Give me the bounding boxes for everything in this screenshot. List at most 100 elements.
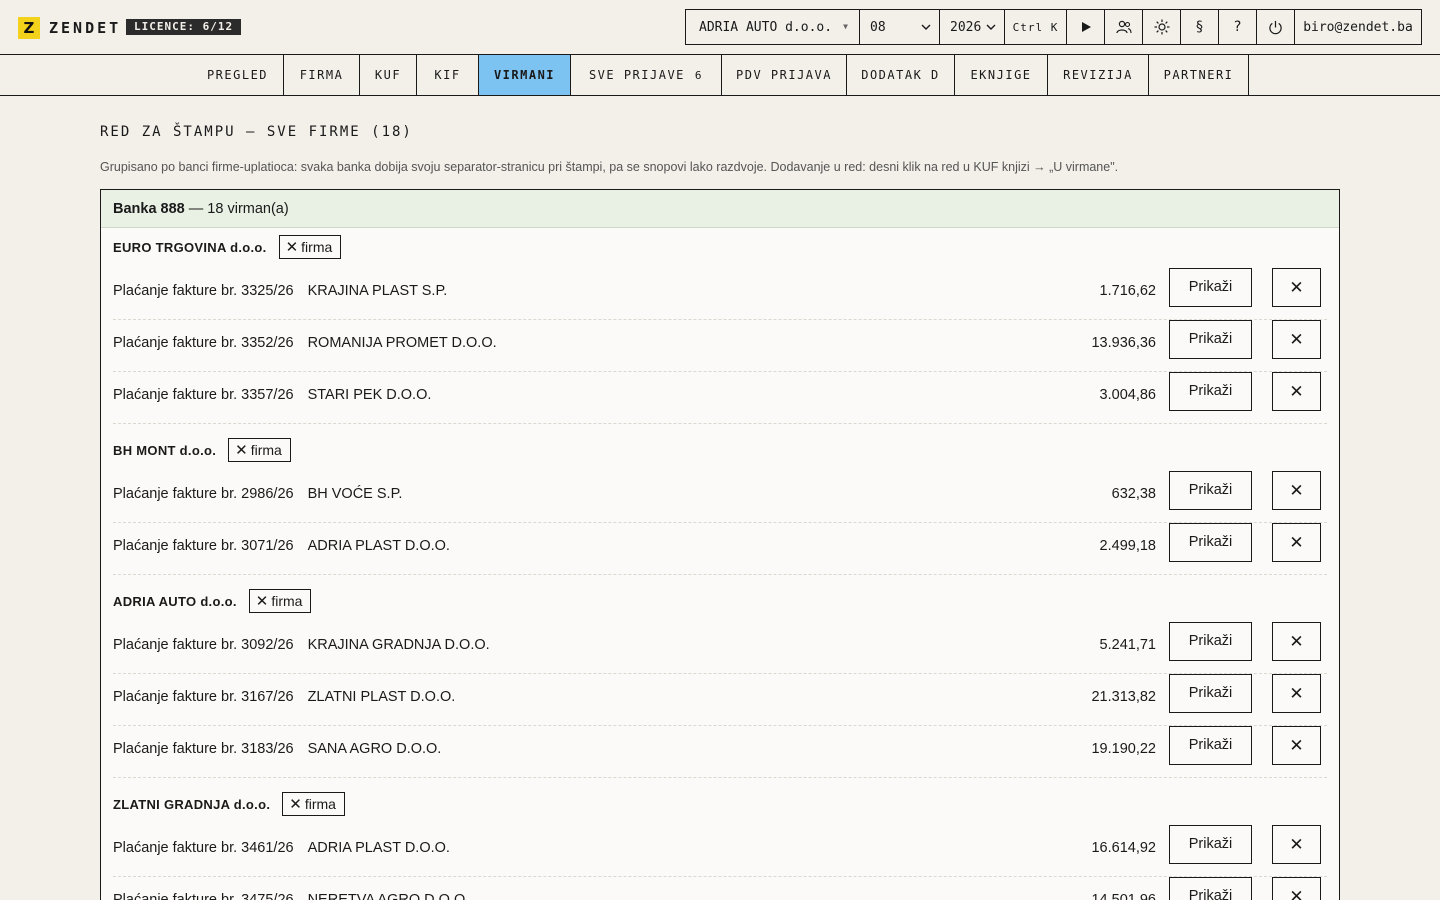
row-reference: Plaćanje fakture br. 3325/26 KRAJINA PLAS… (113, 283, 447, 299)
table-row: Plaćanje fakture br. 3071/26 ADRIA PLAST … (113, 523, 1327, 575)
main-nav: PREGLED FIRMA KUF KIF VIRMANI SVE PRIJAV… (0, 55, 1440, 96)
close-icon: ✕ (1289, 382, 1304, 401)
users-icon (1115, 20, 1132, 34)
run-button[interactable] (1067, 10, 1105, 44)
company-group-header: ZLATNI GRADNJA d.o.o. ✕ firma (113, 792, 345, 816)
month-select[interactable]: 08 (860, 10, 940, 44)
tab-virmani[interactable]: VIRMANI (478, 55, 571, 95)
show-button[interactable]: Prikaži (1169, 268, 1252, 307)
row-party: STARI PEK D.O.O. (307, 387, 432, 403)
show-button[interactable]: Prikaži (1169, 471, 1252, 510)
help-button[interactable]: ? (1219, 10, 1257, 44)
remove-row-button[interactable]: ✕ (1272, 825, 1321, 864)
row-ref-text: Plaćanje fakture br. 3325/26 (113, 283, 294, 299)
row-reference: Plaćanje fakture br. 3167/26 ZLATNI PLAST… (113, 689, 455, 705)
show-button[interactable]: Prikaži (1169, 726, 1252, 765)
remove-company-button[interactable]: ✕ firma (282, 792, 345, 816)
remove-row-button[interactable]: ✕ (1272, 523, 1321, 562)
bank-count: — 18 virman(a) (188, 201, 289, 217)
table-row: Plaćanje fakture br. 2986/26 BH VOĆE S.P.… (113, 471, 1327, 523)
app-name: ZENDET (49, 19, 122, 37)
laws-button[interactable]: § (1181, 10, 1219, 44)
tab-count-badge: 6 (694, 69, 704, 82)
row-reference: Plaćanje fakture br. 3352/26 ROMANIJA PRO… (113, 335, 497, 351)
row-ref-text: Plaćanje fakture br. 3092/26 (113, 637, 294, 653)
logout-button[interactable] (1257, 10, 1295, 44)
row-ref-text: Plaćanje fakture br. 3071/26 (113, 538, 294, 554)
remove-row-button[interactable]: ✕ (1272, 877, 1321, 900)
row-amount: 3.004,86 (1099, 387, 1156, 403)
users-button[interactable] (1105, 10, 1143, 44)
remove-company-button[interactable]: ✕ firma (278, 235, 342, 259)
tab-kuf[interactable]: KUF (360, 55, 417, 95)
tab-pregled[interactable]: PREGLED (192, 55, 284, 95)
show-button[interactable]: Prikaži (1169, 320, 1252, 359)
top-controls: ADRIA AUTO d.o.o. ▼ 08 2026 Ctrl K § ? b… (685, 9, 1422, 45)
year-select[interactable]: 2026 (940, 10, 1005, 44)
company-name: BH MONT d.o.o. (113, 442, 217, 458)
company-select[interactable]: ADRIA AUTO d.o.o. ▼ (686, 10, 860, 44)
row-party: SANA AGRO D.O.O. (307, 741, 442, 757)
remove-row-button[interactable]: ✕ (1272, 674, 1321, 713)
tab-firma[interactable]: FIRMA (284, 55, 360, 95)
close-icon: ✕ (1289, 533, 1304, 552)
bank-header: Banka 888 — 18 virman(a) (101, 190, 1339, 228)
tab-sve-prijave[interactable]: SVE PRIJAVE 6 (571, 55, 722, 95)
tab-dodatak-d[interactable]: DODATAK D (847, 55, 955, 95)
show-button[interactable]: Prikaži (1169, 523, 1252, 562)
remove-row-button[interactable]: ✕ (1272, 471, 1321, 510)
row-party: KRAJINA PLAST S.P. (307, 283, 448, 299)
show-button[interactable]: Prikaži (1169, 825, 1252, 864)
close-icon: ✕ (1289, 632, 1304, 651)
table-row: Plaćanje fakture br. 3461/26 ADRIA PLAST … (113, 825, 1327, 877)
close-icon: ✕ (1289, 736, 1304, 755)
row-reference: Plaćanje fakture br. 2986/26 BH VOĆE S.P. (113, 486, 402, 502)
company-select-value: ADRIA AUTO d.o.o. (699, 19, 833, 35)
remove-row-button[interactable]: ✕ (1272, 320, 1321, 359)
row-amount: 14.501,96 (1091, 892, 1156, 900)
play-icon (1081, 22, 1091, 32)
table-row: Plaćanje fakture br. 3357/26 STARI PEK D.… (113, 372, 1327, 424)
close-icon: ✕ (235, 442, 248, 459)
close-icon: ✕ (1289, 887, 1304, 900)
licence-badge: LICENCE: 6/12 (126, 19, 242, 35)
company-name: ZLATNI GRADNJA d.o.o. (113, 796, 271, 812)
tab-eknjige[interactable]: EKNJIGE (955, 55, 1048, 95)
show-button[interactable]: Prikaži (1169, 674, 1252, 713)
row-party: BH VOĆE S.P. (307, 486, 403, 502)
remove-company-button[interactable]: ✕ firma (228, 438, 291, 462)
remove-row-button[interactable]: ✕ (1272, 726, 1321, 765)
row-reference: Plaćanje fakture br. 3475/26 NERETVA AGRO… (113, 892, 469, 900)
bank-group-panel: Banka 888 — 18 virman(a) EURO TRGOVINA d… (100, 189, 1340, 900)
show-button[interactable]: Prikaži (1169, 372, 1252, 411)
tab-partneri[interactable]: PARTNERI (1149, 55, 1249, 95)
row-reference: Plaćanje fakture br. 3357/26 STARI PEK D.… (113, 387, 431, 403)
page-title: RED ZA ŠTAMPU — SVE FIRME (18) (100, 124, 413, 140)
caret-down-icon: ▼ (843, 22, 848, 31)
remove-row-button[interactable]: ✕ (1272, 622, 1321, 661)
tab-kif[interactable]: KIF (417, 55, 479, 95)
row-party: ZLATNI PLAST D.O.O. (307, 689, 456, 705)
section-icon: § (1195, 19, 1204, 35)
tab-revizija[interactable]: REVIZIJA (1048, 55, 1149, 95)
theme-toggle-button[interactable] (1143, 10, 1181, 44)
row-party: KRAJINA GRADNJA D.O.O. (307, 637, 490, 653)
row-party: ROMANIJA PROMET D.O.O. (307, 335, 497, 351)
table-row: Plaćanje fakture br. 3352/26 ROMANIJA PRO… (113, 320, 1327, 372)
show-button[interactable]: Prikaži (1169, 877, 1252, 900)
remove-row-button[interactable]: ✕ (1272, 372, 1321, 411)
remove-company-label: firma (301, 239, 333, 255)
tab-pdv-prijava[interactable]: PDV PRIJAVA (722, 55, 847, 95)
remove-row-button[interactable]: ✕ (1272, 268, 1321, 307)
bank-name: Banka 888 (113, 201, 185, 217)
top-bar: Z ZENDET LICENCE: 6/12 ADRIA AUTO d.o.o.… (0, 0, 1440, 55)
command-palette-button[interactable]: Ctrl K (1005, 10, 1067, 44)
row-amount: 19.190,22 (1091, 741, 1156, 757)
show-button[interactable]: Prikaži (1169, 622, 1252, 661)
user-email[interactable]: biro@zendet.ba (1295, 10, 1421, 44)
remove-company-label: firma (304, 796, 336, 812)
row-ref-text: Plaćanje fakture br. 3357/26 (113, 387, 294, 403)
table-row: Plaćanje fakture br. 3167/26 ZLATNI PLAST… (113, 674, 1327, 726)
row-reference: Plaćanje fakture br. 3183/26 SANA AGRO D.… (113, 741, 441, 757)
remove-company-button[interactable]: ✕ firma (248, 589, 312, 613)
